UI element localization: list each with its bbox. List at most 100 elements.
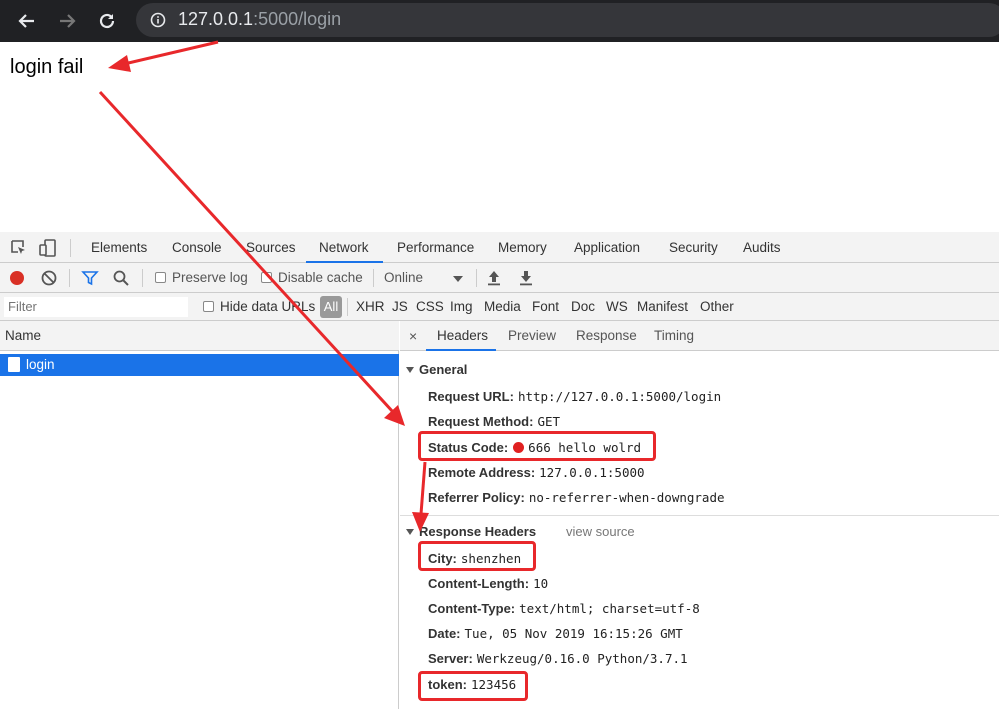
- hide-data-urls-checkbox[interactable]: Hide data URLs: [203, 293, 315, 321]
- content-length-row: Content-Length: 10: [428, 576, 548, 591]
- export-har-icon[interactable]: [516, 268, 536, 288]
- filter-all-button[interactable]: All: [320, 296, 342, 318]
- status-code-highlight: [418, 431, 656, 461]
- request-url-row: Request URL: http://127.0.0.1:5000/login: [428, 389, 721, 404]
- filter-other[interactable]: Other: [700, 293, 734, 321]
- header-value: text/html; charset=utf-8: [519, 601, 700, 616]
- forward-button[interactable]: [51, 5, 83, 37]
- filter-media[interactable]: Media: [484, 293, 521, 321]
- header-value: Tue, 05 Nov 2019 16:15:26 GMT: [464, 626, 683, 641]
- inspect-element-icon[interactable]: [9, 238, 29, 258]
- filter-font[interactable]: Font: [532, 293, 559, 321]
- header-key: Remote Address:: [428, 465, 536, 480]
- tab-performance[interactable]: Performance: [395, 232, 476, 263]
- info-icon[interactable]: [150, 12, 166, 28]
- header-value: GET: [537, 414, 561, 429]
- filter-ws[interactable]: WS: [606, 293, 628, 321]
- filter-separator: [347, 298, 348, 316]
- filter-css[interactable]: CSS: [416, 293, 444, 321]
- filter-js[interactable]: JS: [392, 293, 408, 321]
- back-button[interactable]: [11, 5, 43, 37]
- devtools-panel: Elements Console Sources Network Perform…: [0, 232, 999, 709]
- tab-separator: [70, 239, 71, 257]
- preserve-log-label: Preserve log: [172, 270, 248, 285]
- checkbox-box[interactable]: [203, 301, 214, 312]
- name-column-header[interactable]: Name: [0, 321, 399, 351]
- url-path: :5000/login: [253, 9, 342, 29]
- content-type-row: Content-Type: text/html; charset=utf-8: [428, 601, 700, 616]
- filter-manifest[interactable]: Manifest: [637, 293, 688, 321]
- general-title: General: [419, 362, 468, 377]
- tab-network[interactable]: Network: [306, 232, 383, 263]
- search-icon[interactable]: [111, 268, 131, 288]
- filter-xhr[interactable]: XHR: [356, 293, 385, 321]
- general-section-header[interactable]: General: [406, 362, 467, 377]
- referrer-policy-row: Referrer Policy: no-referrer-when-downgra…: [428, 490, 725, 505]
- record-icon[interactable]: [7, 268, 27, 288]
- filter-input[interactable]: [4, 297, 188, 317]
- token-highlight: [418, 671, 528, 701]
- server-row: Server: Werkzeug/0.16.0 Python/3.7.1: [428, 651, 688, 666]
- tab-memory[interactable]: Memory: [496, 232, 549, 263]
- tab-audits[interactable]: Audits: [741, 232, 783, 263]
- url-text[interactable]: 127.0.0.1:5000/login: [178, 9, 341, 30]
- arrow-left-icon: [18, 14, 34, 28]
- tab-application[interactable]: Application: [572, 232, 642, 263]
- request-row[interactable]: login: [0, 354, 399, 376]
- header-key: Referrer Policy:: [428, 490, 525, 505]
- url-host: 127.0.0.1: [178, 9, 254, 29]
- request-details: × Headers Preview Response Timing Genera…: [400, 321, 999, 709]
- checkbox-box[interactable]: [155, 272, 166, 283]
- preserve-log-checkbox[interactable]: Preserve log: [155, 263, 248, 293]
- tab-elements[interactable]: Elements: [89, 232, 149, 263]
- header-key: Content-Type:: [428, 601, 516, 616]
- header-value: Werkzeug/0.16.0 Python/3.7.1: [476, 651, 688, 666]
- tab-headers[interactable]: Headers: [426, 321, 496, 351]
- tab-timing[interactable]: Timing: [654, 321, 694, 351]
- toolbar-separator: [373, 269, 374, 287]
- arrow-to-login-fail: [108, 40, 219, 72]
- throttle-value: Online: [384, 270, 424, 285]
- request-method-row: Request Method: GET: [428, 414, 560, 429]
- clear-icon[interactable]: [39, 268, 59, 288]
- filter-doc[interactable]: Doc: [571, 293, 595, 321]
- address-bar[interactable]: 127.0.0.1:5000/login: [136, 3, 999, 37]
- filter-img[interactable]: Img: [450, 293, 473, 321]
- arrow-right-icon: [60, 14, 76, 28]
- request-list: Name login: [0, 321, 399, 709]
- disable-cache-label: Disable cache: [278, 270, 363, 285]
- filter-icon[interactable]: [80, 268, 100, 288]
- header-value: 127.0.0.1:5000: [539, 465, 645, 480]
- tab-response[interactable]: Response: [576, 321, 637, 351]
- devtools-tabbar: Elements Console Sources Network Perform…: [0, 232, 999, 263]
- import-har-icon[interactable]: [484, 268, 504, 288]
- checkbox-box[interactable]: [261, 272, 272, 283]
- tab-sources[interactable]: Sources: [244, 232, 298, 263]
- city-highlight: [418, 541, 536, 571]
- header-value: 10: [533, 576, 549, 591]
- toolbar-separator: [142, 269, 143, 287]
- document-icon: [8, 357, 20, 372]
- device-toolbar-icon[interactable]: [38, 238, 58, 258]
- dropdown-arrow-icon[interactable]: [448, 268, 468, 288]
- tab-console[interactable]: Console: [170, 232, 224, 263]
- triangle-down-icon: [406, 529, 414, 535]
- triangle-down-icon: [406, 367, 414, 373]
- header-value: http://127.0.0.1:5000/login: [517, 389, 722, 404]
- header-key: Server:: [428, 651, 473, 666]
- toolbar-separator: [476, 269, 477, 287]
- reload-button[interactable]: [91, 5, 123, 37]
- network-toolbar: Preserve log Disable cache Online: [0, 263, 999, 293]
- page-body-text: login fail: [10, 56, 84, 78]
- disable-cache-checkbox[interactable]: Disable cache: [261, 263, 363, 293]
- tab-security[interactable]: Security: [667, 232, 720, 263]
- response-headers-section-header[interactable]: Response Headers: [406, 524, 536, 539]
- header-key: Request URL:: [428, 389, 514, 404]
- header-key: Content-Length:: [428, 576, 530, 591]
- tab-preview[interactable]: Preview: [508, 321, 556, 351]
- filter-bar: Hide data URLs All XHR JS CSS Img Media …: [0, 293, 999, 321]
- view-source-link[interactable]: view source: [566, 524, 635, 539]
- throttle-select[interactable]: Online: [384, 263, 423, 293]
- close-icon[interactable]: ×: [409, 321, 417, 351]
- detail-tabbar: × Headers Preview Response Timing: [400, 321, 999, 351]
